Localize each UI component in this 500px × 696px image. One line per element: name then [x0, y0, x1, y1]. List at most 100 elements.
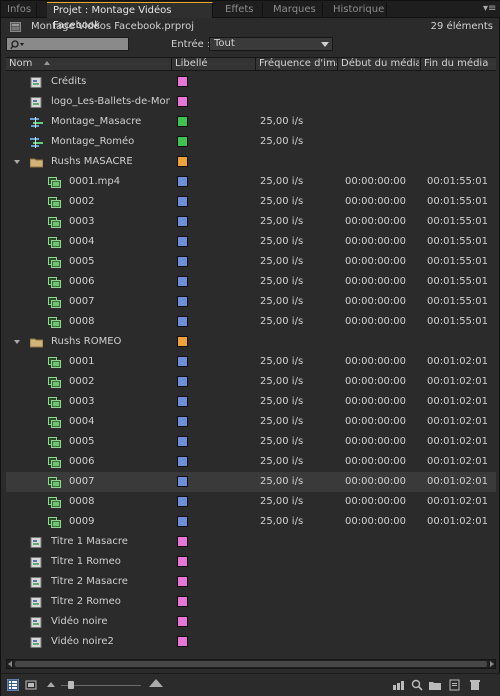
label-color-swatch[interactable] — [177, 576, 188, 587]
new-item-icon[interactable] — [449, 679, 461, 691]
project-item-row[interactable]: Vidéo noire — [6, 612, 496, 632]
item-name[interactable]: 0004 — [69, 415, 170, 429]
column-framerate[interactable]: Fréquence d'image — [256, 58, 337, 70]
project-item-row[interactable]: 0004 25,00 i/s 00:00:00:00 00:01:02:01 — [6, 412, 496, 432]
zoom-slider-handle[interactable] — [68, 681, 74, 689]
project-item-row[interactable]: Titre 1 Romeo — [6, 552, 496, 572]
item-name[interactable]: 0003 — [69, 395, 170, 409]
project-item-row[interactable]: 0001 25,00 i/s 00:00:00:00 00:01:02:01 — [6, 352, 496, 372]
label-color-swatch[interactable] — [177, 336, 188, 347]
label-color-swatch[interactable] — [177, 436, 188, 447]
label-color-swatch[interactable] — [177, 416, 188, 427]
item-name[interactable]: 0002 — [69, 375, 170, 389]
project-item-row[interactable]: 0003 25,00 i/s 00:00:00:00 00:01:55:01 — [6, 212, 496, 232]
label-color-swatch[interactable] — [177, 596, 188, 607]
find-icon[interactable] — [411, 679, 423, 691]
horizontal-scrollbar[interactable] — [6, 659, 496, 669]
project-item-row[interactable]: 0008 25,00 i/s 00:00:00:00 00:01:55:01 — [6, 312, 496, 332]
item-name[interactable]: 0007 — [69, 295, 170, 309]
tab-infos[interactable]: Infos — [1, 2, 37, 18]
project-item-row[interactable]: 0002 25,00 i/s 00:00:00:00 00:01:55:01 — [6, 192, 496, 212]
project-item-row[interactable]: 0003 25,00 i/s 00:00:00:00 00:01:02:01 — [6, 392, 496, 412]
list-view-icon[interactable] — [7, 679, 19, 691]
project-item-row[interactable]: 0005 25,00 i/s 00:00:00:00 00:01:55:01 — [6, 252, 496, 272]
item-name[interactable]: Vidéo noire — [51, 615, 170, 629]
project-item-row[interactable]: Crédits — [6, 72, 496, 92]
item-name[interactable]: Vidéo noire2 — [51, 635, 170, 649]
scroll-left-icon[interactable] — [8, 661, 12, 667]
item-name[interactable]: 0006 — [69, 275, 170, 289]
label-color-swatch[interactable] — [177, 396, 188, 407]
tab-project[interactable]: Projet : Montage Vidéos Facebook — [47, 2, 213, 31]
label-color-swatch[interactable] — [177, 156, 188, 167]
item-name[interactable]: Titre 2 Masacre — [51, 575, 170, 589]
item-name[interactable]: 0003 — [69, 215, 170, 229]
label-color-swatch[interactable] — [177, 136, 188, 147]
project-item-row[interactable]: 0006 25,00 i/s 00:00:00:00 00:01:55:01 — [6, 272, 496, 292]
column-media-start[interactable]: Début du média — [338, 58, 419, 70]
project-item-row[interactable]: Montage_Masacre 25,00 i/s — [6, 112, 496, 132]
scroll-right-icon[interactable] — [490, 661, 494, 667]
column-label[interactable]: Libellé — [172, 58, 254, 70]
label-color-swatch[interactable] — [177, 496, 188, 507]
project-item-row[interactable]: Montage_Roméo 25,00 i/s — [6, 132, 496, 152]
bin-row[interactable]: Rushs ROMEO — [6, 332, 496, 352]
label-color-swatch[interactable] — [177, 376, 188, 387]
label-color-swatch[interactable] — [177, 456, 188, 467]
item-name[interactable]: 0001 — [69, 355, 170, 369]
tab-effects[interactable]: Effets — [219, 2, 263, 18]
project-item-row[interactable]: logo_Les-Ballets-de-Monte — [6, 92, 496, 112]
item-name[interactable]: Rushs MASACRE — [51, 155, 170, 169]
sort-ascending-icon[interactable] — [44, 61, 51, 65]
project-items-list[interactable]: Crédits logo_Les-Ballets-de-Monte Montage_… — [6, 72, 496, 659]
item-name[interactable]: 0002 — [69, 195, 170, 209]
item-name[interactable]: Crédits — [51, 75, 170, 89]
label-color-swatch[interactable] — [177, 236, 188, 247]
search-icon[interactable] — [10, 39, 26, 50]
zoom-in-icon[interactable] — [149, 679, 163, 687]
trash-icon[interactable] — [469, 679, 481, 691]
label-color-swatch[interactable] — [177, 476, 188, 487]
label-color-swatch[interactable] — [177, 556, 188, 567]
filter-dropdown[interactable]: Tout — [209, 37, 333, 51]
disclosure-triangle-icon[interactable] — [14, 160, 20, 164]
item-name[interactable]: Titre 2 Romeo — [51, 595, 170, 609]
item-name[interactable]: 0007 — [69, 475, 170, 489]
column-media-end[interactable]: Fin du média — [421, 58, 496, 70]
item-name[interactable]: 0009 — [69, 515, 170, 529]
tab-markers[interactable]: Marques — [267, 2, 323, 18]
project-item-row[interactable]: 0005 25,00 i/s 00:00:00:00 00:01:02:01 — [6, 432, 496, 452]
item-name[interactable]: Montage_Roméo — [51, 135, 170, 149]
label-color-swatch[interactable] — [177, 536, 188, 547]
item-name[interactable]: Montage_Masacre — [51, 115, 170, 129]
project-item-row[interactable]: 0008 25,00 i/s 00:00:00:00 00:01:02:01 — [6, 492, 496, 512]
project-item-row[interactable]: 0007 25,00 i/s 00:00:00:00 00:01:02:01 — [6, 472, 496, 492]
item-name[interactable]: Rushs ROMEO — [51, 335, 170, 349]
label-color-swatch[interactable] — [177, 276, 188, 287]
item-name[interactable]: Titre 1 Romeo — [51, 555, 170, 569]
icon-view-icon[interactable] — [25, 679, 37, 691]
project-item-row[interactable]: 0002 25,00 i/s 00:00:00:00 00:01:02:01 — [6, 372, 496, 392]
project-item-row[interactable]: 0007 25,00 i/s 00:00:00:00 00:01:55:01 — [6, 292, 496, 312]
item-name[interactable]: 0008 — [69, 495, 170, 509]
tab-history[interactable]: Historique — [327, 2, 387, 18]
project-item-row[interactable]: 0004 25,00 i/s 00:00:00:00 00:01:55:01 — [6, 232, 496, 252]
item-name[interactable]: 0005 — [69, 255, 170, 269]
scrollbar-thumb[interactable] — [15, 661, 487, 667]
label-color-swatch[interactable] — [177, 316, 188, 327]
zoom-out-icon[interactable] — [47, 682, 55, 687]
search-input[interactable] — [6, 37, 129, 51]
project-item-row[interactable]: 0001.mp4 25,00 i/s 00:00:00:00 00:01:55:01 — [6, 172, 496, 192]
project-item-row[interactable]: 0009 25,00 i/s 00:00:00:00 00:01:02:01 — [6, 512, 496, 532]
label-color-swatch[interactable] — [177, 296, 188, 307]
project-item-row[interactable]: Titre 2 Romeo — [6, 592, 496, 612]
item-name[interactable]: 0006 — [69, 455, 170, 469]
automate-to-sequence-icon[interactable] — [393, 679, 405, 691]
new-bin-icon[interactable] — [429, 679, 441, 691]
label-color-swatch[interactable] — [177, 256, 188, 267]
label-color-swatch[interactable] — [177, 616, 188, 627]
project-item-row[interactable]: 0006 25,00 i/s 00:00:00:00 00:01:02:01 — [6, 452, 496, 472]
item-name[interactable]: 0005 — [69, 435, 170, 449]
label-color-swatch[interactable] — [177, 636, 188, 647]
project-item-row[interactable]: Vidéo noire2 — [6, 632, 496, 652]
